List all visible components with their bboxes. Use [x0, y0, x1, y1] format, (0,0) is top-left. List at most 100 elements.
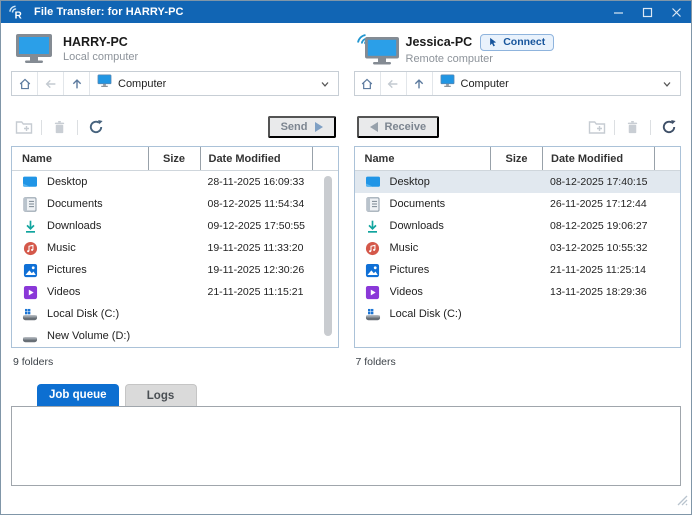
bottom-tabs: Job queue Logs: [37, 384, 681, 406]
right-path-dropdown-chevron-icon[interactable]: [654, 72, 680, 95]
tab-logs[interactable]: Logs: [124, 384, 197, 406]
maximize-button[interactable]: [633, 1, 662, 23]
back-button[interactable]: [38, 72, 64, 95]
file-row[interactable]: Pictures 21-11-2025 11:25:14: [355, 259, 681, 281]
file-list-body: Desktop 08-12-2025 17:40:15 Documents 26…: [354, 171, 681, 347]
column-header-date-modified[interactable]: Date Modified: [542, 147, 654, 170]
downloads-icon: [22, 218, 38, 234]
file-row[interactable]: Desktop 08-12-2025 17:40:15: [354, 171, 680, 193]
file-transfer-window: R File Transfer: for HARRY-PC HARRY-PC L…: [0, 0, 692, 515]
file-row[interactable]: Documents 08-12-2025 11:54:34: [12, 193, 338, 215]
file-row[interactable]: Music 03-12-2025 10:55:32: [355, 237, 681, 259]
receive-button[interactable]: Receive: [356, 116, 440, 138]
file-name: Documents: [47, 198, 103, 210]
file-row[interactable]: Downloads 09-12-2025 17:50:55: [12, 215, 338, 237]
computer-mini-icon: [440, 74, 455, 93]
music-icon: [22, 240, 38, 256]
new-folder-icon[interactable]: [14, 118, 33, 137]
new-folder-icon[interactable]: [587, 118, 606, 137]
home-button[interactable]: [355, 72, 381, 95]
file-row[interactable]: Local Disk (C:): [12, 303, 338, 325]
left-path-dropdown-chevron-icon[interactable]: [312, 72, 338, 95]
file-row[interactable]: Videos 13-11-2025 18:29:36: [355, 281, 681, 303]
send-button-label: Send: [280, 121, 308, 133]
right-path-box[interactable]: Computer: [433, 72, 655, 95]
videos-icon: [22, 284, 38, 300]
remote-computer-icon: [356, 33, 399, 65]
file-row[interactable]: Downloads 08-12-2025 19:06:27: [355, 215, 681, 237]
left-file-list: Name Size Date Modified Desktop 28-11-20…: [11, 146, 339, 348]
file-name: Videos: [389, 286, 423, 298]
toolbar-separator: [614, 119, 615, 135]
file-date: 19-11-2025 11:33:20: [207, 242, 304, 254]
column-header-size[interactable]: Size: [147, 147, 200, 170]
left-list-scrollbar[interactable]: [323, 176, 332, 336]
file-name: Documents: [389, 198, 446, 210]
file-date: 13-11-2025 18:29:36: [550, 286, 647, 298]
right-file-list: Name Size Date Modified Desktop 08-12-20…: [353, 146, 681, 348]
file-row[interactable]: Documents 26-11-2025 17:12:44: [355, 193, 681, 215]
close-button[interactable]: [662, 1, 691, 23]
left-status-text: 9 folders: [13, 356, 54, 368]
file-name: Downloads: [47, 220, 102, 232]
right-panel: Jessica-PC Connect Remote computer Compu…: [353, 29, 681, 369]
file-row[interactable]: New Volume (D:): [12, 325, 338, 347]
file-date: 19-11-2025 12:30:26: [207, 264, 305, 276]
refresh-icon[interactable]: [659, 118, 678, 137]
pictures-icon: [22, 262, 38, 278]
left-path-box[interactable]: Computer: [90, 72, 312, 95]
file-row[interactable]: Music 19-11-2025 11:33:20: [12, 237, 338, 259]
file-name: Desktop: [389, 176, 430, 188]
file-name: Desktop: [47, 176, 88, 188]
file-name: Pictures: [47, 264, 87, 276]
file-list-body: Desktop 28-11-2025 16:09:33 Documents 08…: [12, 171, 338, 347]
resize-grip[interactable]: [677, 493, 688, 511]
file-name: Local Disk (C:): [389, 308, 462, 320]
desktop-icon: [22, 174, 38, 190]
column-header-name[interactable]: Name: [12, 147, 148, 170]
delete-icon[interactable]: [50, 118, 69, 137]
app-logo-icon: R: [8, 4, 25, 21]
window-title: File Transfer: for HARRY-PC: [34, 6, 184, 18]
receive-button-label: Receive: [384, 121, 427, 133]
home-button[interactable]: [12, 72, 38, 95]
delete-icon[interactable]: [623, 118, 642, 137]
file-date: 28-11-2025 16:09:33: [207, 176, 305, 188]
column-header-size[interactable]: Size: [490, 147, 542, 170]
local-computer-icon: [13, 33, 55, 65]
connect-button[interactable]: Connect: [480, 33, 555, 51]
documents-icon: [365, 196, 381, 212]
music-icon: [365, 240, 381, 256]
file-date: 03-12-2025 10:55:32: [550, 242, 648, 254]
back-button[interactable]: [381, 72, 407, 95]
file-name: Music: [389, 242, 419, 254]
refresh-icon[interactable]: [86, 118, 105, 137]
left-path-label: Computer: [118, 77, 167, 90]
file-row[interactable]: Videos 21-11-2025 11:15:21: [12, 281, 338, 303]
file-row[interactable]: Local Disk (C:): [355, 303, 681, 325]
file-date: 21-11-2025 11:15:21: [207, 286, 304, 298]
local-disk-icon: [22, 306, 38, 322]
toolbar-separator: [77, 119, 78, 135]
new-volume-icon: [22, 328, 38, 344]
column-header-scroll-gutter: [654, 147, 680, 170]
videos-icon: [365, 284, 381, 300]
file-name: Downloads: [389, 220, 444, 232]
send-button[interactable]: Send: [267, 116, 336, 138]
tab-job-queue[interactable]: Job queue: [37, 384, 119, 406]
right-list-header: Name Size Date Modified: [354, 147, 680, 171]
file-name: Local Disk (C:): [47, 308, 120, 320]
file-row[interactable]: Pictures 19-11-2025 12:30:26: [12, 259, 338, 281]
column-header-date-modified[interactable]: Date Modified: [199, 147, 312, 170]
local-computer-name: HARRY-PC: [63, 35, 128, 49]
column-header-scroll-gutter: [311, 147, 338, 170]
minimize-button[interactable]: [604, 1, 633, 23]
up-button[interactable]: [407, 72, 433, 95]
file-date: 08-12-2025 17:40:15: [550, 176, 648, 188]
up-button[interactable]: [64, 72, 90, 95]
file-date: 26-11-2025 17:12:44: [550, 198, 647, 210]
file-date: 09-12-2025 17:50:55: [207, 220, 306, 232]
file-row[interactable]: Desktop 28-11-2025 16:09:33: [12, 171, 338, 193]
file-date: 21-11-2025 11:25:14: [550, 264, 646, 276]
column-header-name[interactable]: Name: [355, 147, 491, 170]
